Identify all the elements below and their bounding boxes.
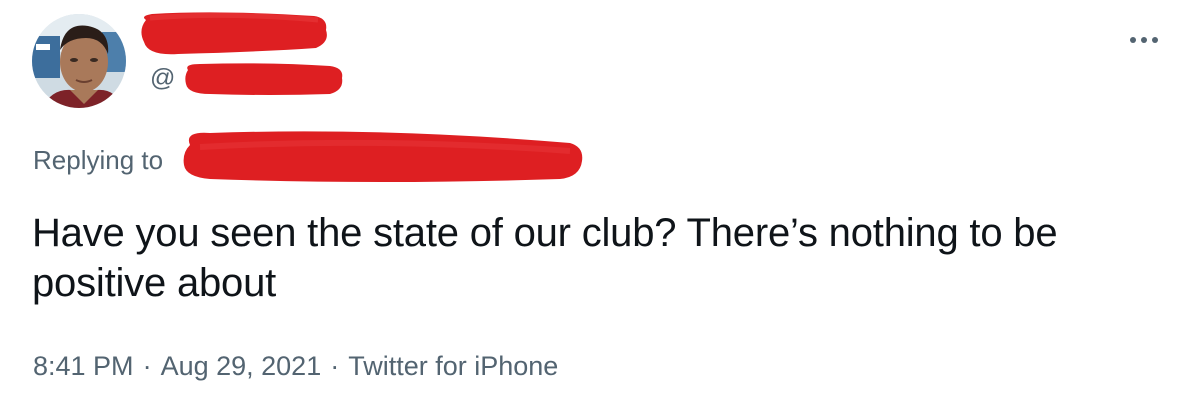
separator: · (142, 350, 152, 381)
handle[interactable]: @ (150, 58, 175, 98)
avatar[interactable] (32, 14, 126, 108)
separator: · (330, 350, 340, 381)
more-horizontal-icon (1130, 37, 1136, 43)
redacted-display-name (141, 12, 327, 55)
more-options-button[interactable] (1124, 26, 1164, 54)
replying-to: Replying to (33, 140, 163, 180)
redacted-reply-target[interactable] (180, 127, 585, 185)
avatar-photo (32, 14, 126, 108)
tweet-date[interactable]: Aug 29, 2021 (161, 351, 322, 382)
tweet-metadata: 8:41 PM · Aug 29, 2021 · Twitter for iPh… (33, 346, 558, 386)
tweet-card: @ Replying to Have you seen the state of… (0, 0, 1194, 412)
tweet-text: Have you seen the state of our club? The… (32, 211, 1058, 305)
more-horizontal-icon (1152, 37, 1158, 43)
tweet-source[interactable]: Twitter for iPhone (348, 351, 558, 382)
replying-to-label: Replying to (33, 144, 164, 175)
handle-prefix: @ (150, 63, 176, 92)
tweet-time[interactable]: 8:41 PM (33, 351, 134, 382)
more-horizontal-icon (1141, 37, 1147, 43)
redacted-handle (185, 63, 343, 95)
